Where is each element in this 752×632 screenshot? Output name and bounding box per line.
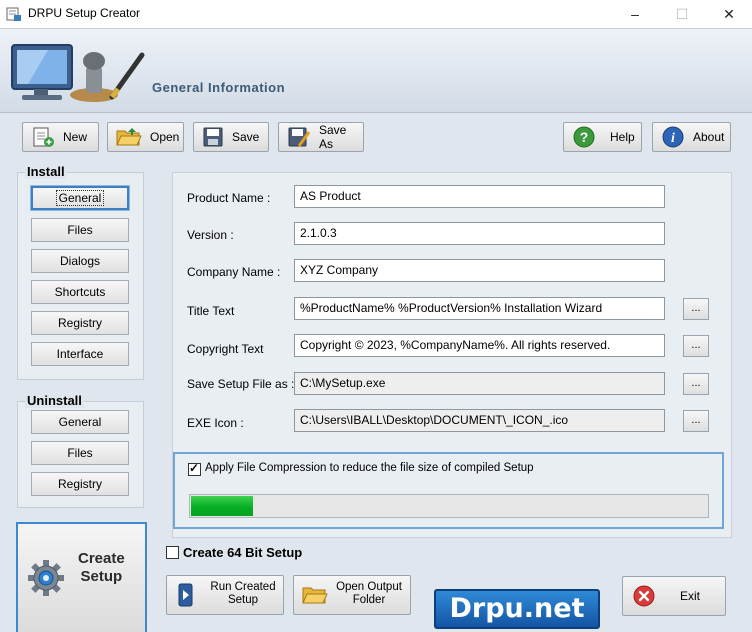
install-nav-general-label: General: [55, 190, 105, 206]
exe-icon-label: EXE Icon :: [187, 416, 244, 430]
header-banner: General Information: [0, 29, 752, 113]
uninstall-nav-files[interactable]: Files: [31, 441, 129, 465]
open-button[interactable]: Open: [107, 122, 184, 152]
minimize-button[interactable]: –: [612, 0, 658, 28]
product-name-label: Product Name :: [187, 191, 271, 205]
svg-text:i: i: [671, 131, 675, 146]
install-nav-registry-label: Registry: [57, 316, 102, 330]
help-label: Help: [610, 130, 635, 144]
title-text-browse-button[interactable]: ...: [683, 298, 709, 320]
install-nav-interface-label: Interface: [56, 347, 104, 361]
save-setup-as-browse-button[interactable]: ...: [683, 373, 709, 395]
install-nav-shortcuts[interactable]: Shortcuts: [31, 280, 129, 304]
help-icon: ?: [573, 126, 595, 148]
install-nav-interface[interactable]: Interface: [31, 342, 129, 366]
save-setup-as-label: Save Setup File as :: [187, 377, 295, 391]
exe-icon-browse-button[interactable]: ...: [683, 410, 709, 432]
help-button[interactable]: ? Help: [563, 122, 642, 152]
run-created-line2: Setup: [227, 594, 259, 606]
run-setup-icon: [178, 583, 193, 607]
info-icon: i: [662, 126, 684, 148]
create-64bit-label: Create 64 Bit Setup: [183, 545, 303, 560]
exit-button[interactable]: Exit: [622, 576, 726, 616]
main-client-area: General Information New Open Save Save A…: [0, 28, 752, 632]
create-setup-button[interactable]: Create Setup: [16, 522, 147, 632]
save-disk-icon: [203, 127, 223, 147]
install-nav-dialogs-label: Dialogs: [59, 254, 101, 268]
company-name-label: Company Name :: [187, 265, 281, 279]
open-output-folder-button[interactable]: Open Output Folder: [293, 575, 411, 615]
uninstall-nav-files-label: Files: [67, 446, 93, 460]
app-icon: [6, 7, 21, 21]
uninstall-nav-registry[interactable]: Registry: [31, 472, 129, 496]
run-created-setup-button[interactable]: Run Created Setup: [166, 575, 284, 615]
compression-progress-bar: [189, 494, 709, 518]
close-button[interactable]: ✕: [706, 0, 752, 28]
uninstall-group-title: Uninstall: [25, 393, 84, 408]
uninstall-nav-registry-label: Registry: [57, 477, 102, 491]
save-as-label: Save As: [319, 123, 347, 151]
uninstall-nav-general-label: General: [58, 415, 102, 429]
open-label: Open: [150, 130, 180, 144]
title-bar: DRPU Setup Creator – ☐ ✕: [0, 0, 752, 28]
about-button[interactable]: i About: [652, 122, 731, 152]
install-nav-files[interactable]: Files: [31, 218, 129, 242]
install-nav-shortcuts-label: Shortcuts: [54, 285, 106, 299]
copyright-text-label: Copyright Text: [187, 342, 264, 356]
copyright-text-browse-button[interactable]: ...: [683, 335, 709, 357]
copyright-text-input[interactable]: Copyright © 2023, %CompanyName%. All rig…: [294, 334, 665, 357]
run-created-setup-label: Run Created Setup: [207, 581, 279, 607]
gear-icon: [28, 560, 64, 596]
exit-label: Exit: [680, 589, 701, 603]
open-output-line1: Open Output: [336, 581, 402, 593]
section-heading: General Information: [152, 80, 286, 95]
create-64bit-checkbox[interactable]: [166, 546, 179, 559]
install-nav-files-label: Files: [67, 223, 93, 237]
brand-logo: Drpu.net: [434, 589, 600, 629]
compression-label: Apply File Compression to reduce the fil…: [205, 462, 534, 474]
save-label: Save: [232, 130, 260, 144]
general-info-form: Product Name : AS Product Version : 2.1.…: [172, 172, 732, 538]
product-name-input[interactable]: AS Product: [294, 185, 665, 208]
exe-icon-input[interactable]: C:\Users\IBALL\Desktop\DOCUMENT\_ICON_.i…: [294, 409, 665, 432]
exit-icon: [633, 585, 655, 607]
install-nav-dialogs[interactable]: Dialogs: [31, 249, 129, 273]
new-document-icon: [33, 127, 54, 147]
install-nav-registry[interactable]: Registry: [31, 311, 129, 335]
new-button[interactable]: New: [22, 122, 99, 152]
svg-text:?: ?: [580, 129, 589, 145]
version-input[interactable]: 2.1.0.3: [294, 222, 665, 245]
version-label: Version :: [187, 228, 234, 242]
about-label: About: [693, 130, 725, 144]
create-setup-label: Create Setup: [78, 550, 125, 586]
create-setup-line2: Setup: [80, 568, 123, 585]
install-group-title: Install: [25, 164, 67, 179]
folder-icon: [302, 587, 328, 604]
compression-checkbox[interactable]: [188, 461, 201, 476]
window-title: DRPU Setup Creator: [28, 6, 141, 20]
maximize-button: ☐: [675, 6, 689, 22]
company-name-input[interactable]: XYZ Company: [294, 259, 665, 282]
save-setup-as-input[interactable]: C:\MySetup.exe: [294, 372, 665, 395]
uninstall-nav-general[interactable]: General: [31, 410, 129, 434]
title-text-label: Title Text: [187, 304, 235, 318]
create-setup-line1: Create: [78, 550, 125, 567]
save-as-button[interactable]: Save As: [278, 122, 364, 152]
open-output-folder-label: Open Output Folder: [332, 581, 406, 607]
progress-fill: [191, 496, 253, 516]
save-as-icon: [288, 127, 311, 147]
open-folder-icon: [116, 128, 142, 146]
install-nav-general[interactable]: General: [31, 186, 129, 210]
run-created-line1: Run Created: [210, 581, 276, 593]
save-button[interactable]: Save: [193, 122, 269, 152]
compression-group: Apply File Compression to reduce the fil…: [173, 452, 724, 529]
setup-logo-icon: [11, 44, 145, 102]
title-text-input[interactable]: %ProductName% %ProductVersion% Installat…: [294, 297, 665, 320]
open-output-line2: Folder: [352, 594, 386, 606]
new-label: New: [63, 130, 88, 144]
